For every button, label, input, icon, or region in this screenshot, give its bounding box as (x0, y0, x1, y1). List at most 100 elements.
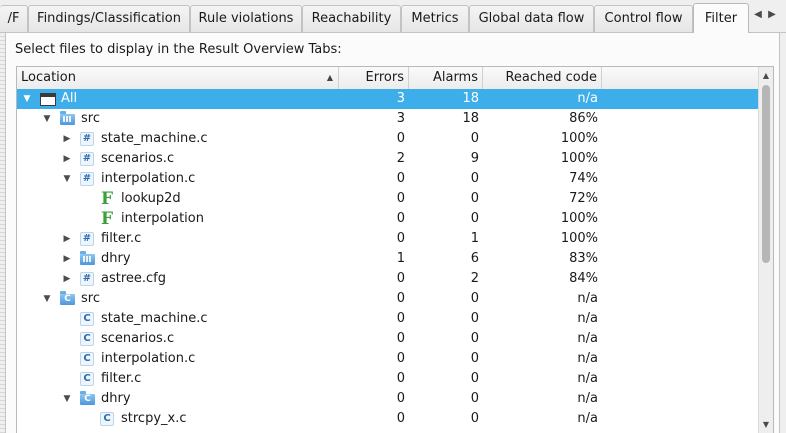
c-file-icon: C (80, 312, 94, 326)
tab-reachability[interactable]: Reachability (302, 5, 401, 32)
expand-arrow-right-icon[interactable]: ▶ (61, 269, 73, 289)
tree-row[interactable]: ▶ # state_machine.c 0 0 100% (17, 129, 758, 149)
expand-arrow-down-icon[interactable]: ▼ (61, 169, 73, 189)
tree-row[interactable]: Cinterpolation.c 0 0 n/a (17, 349, 758, 369)
reached-code-cell: n/a (577, 351, 598, 366)
alarms-cell: 0 (470, 411, 479, 426)
location-cell: ▼ All (17, 89, 339, 109)
tab-scroll-right-icon[interactable]: ▶ (766, 9, 778, 20)
tree-row[interactable]: ▶ # scenarios.c 2 9 100% (17, 149, 758, 169)
errors-cell: 0 (396, 371, 405, 386)
alarms-cell: 0 (470, 371, 479, 386)
reached-code-cell: 83% (569, 251, 598, 266)
location-cell: ▶ # state_machine.c (17, 129, 339, 149)
location-cell: ▶ # astree.cfg (17, 269, 339, 289)
location-cell: ▼ # interpolation.c (17, 169, 339, 189)
location-label: filter.c (101, 231, 142, 246)
vertical-scrollbar[interactable]: ▲ ▼ (758, 67, 773, 433)
tree-row[interactable]: Cstate_machine.c 0 0 n/a (17, 309, 758, 329)
tree-row[interactable]: ▼ # interpolation.c 0 0 74% (17, 169, 758, 189)
column-header-alarms[interactable]: Alarms (409, 67, 483, 89)
tree-row[interactable]: Finterpolation 0 0 100% (17, 209, 758, 229)
alarms-cell: 0 (470, 191, 479, 206)
location-cell: Cfilter.c (17, 369, 339, 389)
errors-cell: 3 (396, 111, 405, 126)
tree-header: Location ▲ Errors Alarms Reached code (17, 67, 758, 90)
location-label: interpolation.c (101, 171, 196, 186)
reached-code-cell: 74% (569, 171, 598, 186)
location-label: dhry (101, 251, 131, 266)
tab-filter[interactable]: Filter (693, 3, 749, 33)
expand-arrow-down-icon[interactable]: ▼ (21, 89, 33, 109)
window-icon (40, 93, 56, 106)
expand-arrow-down-icon[interactable]: ▼ (41, 109, 53, 129)
alarms-cell: 9 (470, 151, 479, 166)
tab-rule-violations[interactable]: Rule violations (190, 5, 302, 32)
location-label: src (81, 291, 100, 306)
errors-cell: 0 (396, 331, 405, 346)
tab-metrics[interactable]: Metrics (401, 5, 469, 32)
tree-row[interactable]: Flookup2d 0 0 72% (17, 189, 758, 209)
tab-partial[interactable]: /F (0, 5, 28, 32)
errors-cell: 0 (396, 411, 405, 426)
tab-scroll-left-icon[interactable]: ◀ (752, 9, 764, 20)
column-header-location[interactable]: Location ▲ (17, 67, 339, 89)
tree-row[interactable]: ▼ Csrc 0 0 n/a (17, 289, 758, 309)
location-label: src (81, 111, 100, 126)
tree-row[interactable]: ▶ # astree.cfg 0 2 84% (17, 269, 758, 289)
location-cell: Cinterpolation.c (17, 349, 339, 369)
tree-row[interactable]: Cstrcpy_x.c 0 0 n/a (17, 409, 758, 429)
location-label: strcpy_x.c (121, 411, 187, 426)
tree-row[interactable]: ▼ All 3 18 n/a (17, 89, 758, 109)
tab-control-flow[interactable]: Control flow (594, 5, 693, 32)
tree-row[interactable]: Cfilter.c 0 0 n/a (17, 369, 758, 389)
scrollbar-thumb[interactable] (762, 85, 770, 263)
alarms-cell: 0 (470, 291, 479, 306)
column-header-errors[interactable]: Errors (339, 67, 409, 89)
location-label: All (61, 91, 78, 106)
tree-row[interactable]: ▶ dhry 1 6 83% (17, 249, 758, 269)
c-file-icon: C (80, 332, 94, 346)
location-cell: Cscenarios.c (17, 329, 339, 349)
location-cell: Flookup2d (17, 189, 339, 209)
folder-icon (60, 111, 75, 125)
expand-arrow-down-icon[interactable]: ▼ (41, 289, 53, 309)
expand-arrow-right-icon[interactable]: ▶ (61, 149, 73, 169)
alarms-cell: 18 (462, 111, 479, 126)
tree-row[interactable]: ▼ src 3 18 86% (17, 109, 758, 129)
function-icon: F (100, 189, 114, 209)
expand-arrow-right-icon[interactable]: ▶ (61, 249, 73, 269)
errors-cell: 0 (396, 131, 405, 146)
expand-arrow-down-icon[interactable]: ▼ (61, 389, 73, 409)
errors-cell: 0 (396, 391, 405, 406)
alarms-cell: 6 (470, 251, 479, 266)
location-label: scenarios.c (101, 331, 175, 346)
reached-code-cell: 100% (560, 231, 598, 246)
tab-findings-classification[interactable]: Findings/Classification (28, 5, 190, 32)
function-icon: F (100, 209, 114, 229)
reached-code-cell: 72% (569, 191, 598, 206)
scroll-down-icon[interactable]: ▼ (759, 418, 773, 432)
alarms-cell: 0 (470, 391, 479, 406)
reached-code-cell: n/a (577, 91, 598, 106)
errors-cell: 0 (396, 191, 405, 206)
location-label: dhry (101, 391, 131, 406)
c-folder-icon: C (60, 291, 75, 305)
expand-arrow-right-icon[interactable]: ▶ (61, 229, 73, 249)
c-folder-icon: C (80, 391, 95, 405)
tree-row[interactable]: Cscenarios.c 0 0 n/a (17, 329, 758, 349)
expand-arrow-right-icon[interactable]: ▶ (61, 129, 73, 149)
tree-row[interactable]: ▼ Cdhry 0 0 n/a (17, 389, 758, 409)
c-file-icon: C (80, 352, 94, 366)
reached-code-cell: n/a (577, 411, 598, 426)
reached-code-cell: 86% (569, 111, 598, 126)
location-label: astree.cfg (101, 271, 166, 286)
tab-global-data-flow[interactable]: Global data flow (469, 5, 594, 32)
column-header-reached-code[interactable]: Reached code (483, 67, 602, 89)
location-cell: ▼ src (17, 109, 339, 129)
tree-row[interactable]: ▶ # filter.c 0 1 100% (17, 229, 758, 249)
scroll-up-icon[interactable]: ▲ (759, 69, 773, 83)
location-label: state_machine.c (101, 131, 208, 146)
reached-code-cell: n/a (577, 291, 598, 306)
location-cell: Cstrcpy_x.c (17, 409, 339, 429)
